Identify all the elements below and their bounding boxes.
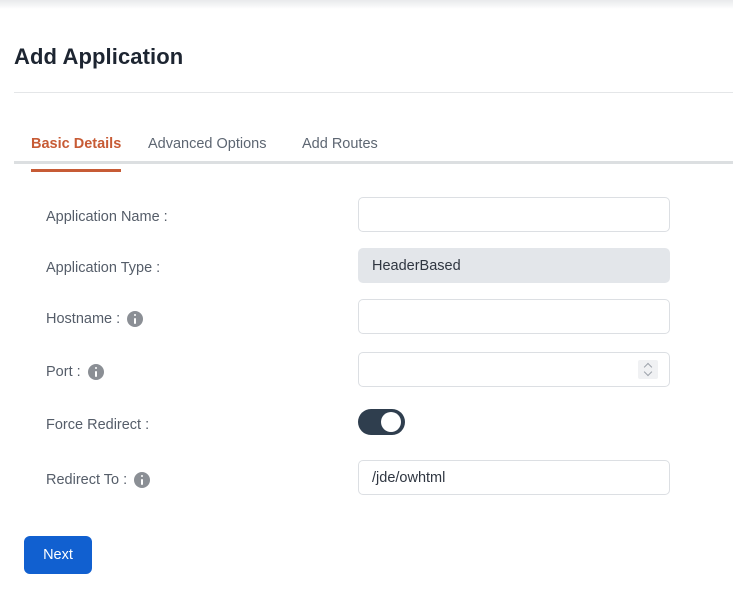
label-text: Application Type : (46, 260, 161, 276)
label-text: Application Name : (46, 209, 168, 225)
application-type-input (358, 248, 670, 283)
form-row-hostname: Hostname : (0, 299, 733, 339)
label-text: Force Redirect : (46, 417, 150, 433)
label-hostname: Hostname : (46, 299, 144, 339)
form-row-application-name: Application Name : (0, 197, 733, 237)
form-row-force-redirect: Force Redirect : (0, 405, 733, 445)
window-top-strip (0, 0, 733, 9)
form-row-redirect-to: Redirect To : (0, 460, 733, 500)
port-stepper[interactable] (638, 360, 658, 379)
add-application-page: Add Application Basic Details Advanced O… (0, 9, 733, 610)
application-name-input[interactable] (358, 197, 670, 232)
redirect-to-input[interactable] (358, 460, 670, 495)
page-title: Add Application (14, 44, 184, 69)
label-application-name: Application Name : (46, 197, 168, 237)
port-input[interactable] (358, 352, 670, 387)
info-icon[interactable] (87, 364, 104, 380)
label-text: Port : (46, 364, 81, 380)
label-redirect-to: Redirect To : (46, 460, 151, 500)
label-port: Port : (46, 352, 104, 392)
label-text: Redirect To : (46, 472, 128, 488)
label-force-redirect: Force Redirect : (46, 405, 149, 445)
tab-advanced-options[interactable]: Advanced Options (148, 127, 267, 161)
form-row-application-type: Application Type : (0, 248, 733, 288)
title-divider (14, 92, 733, 93)
toggle-knob (381, 412, 401, 432)
label-text: Hostname : (46, 311, 121, 327)
label-application-type: Application Type : (46, 248, 160, 288)
info-icon[interactable] (134, 472, 151, 488)
chevron-down-icon[interactable] (645, 371, 652, 375)
form-row-port: Port : (0, 352, 733, 392)
tab-bar: Basic Details Advanced Options Add Route… (14, 127, 733, 172)
force-redirect-toggle[interactable] (358, 409, 405, 435)
tab-add-routes[interactable]: Add Routes (302, 127, 378, 161)
tab-basic-details[interactable]: Basic Details (31, 127, 122, 172)
info-icon[interactable] (127, 311, 144, 327)
next-button[interactable]: Next (24, 536, 92, 574)
tab-baseline (14, 161, 733, 164)
hostname-input[interactable] (358, 299, 670, 334)
